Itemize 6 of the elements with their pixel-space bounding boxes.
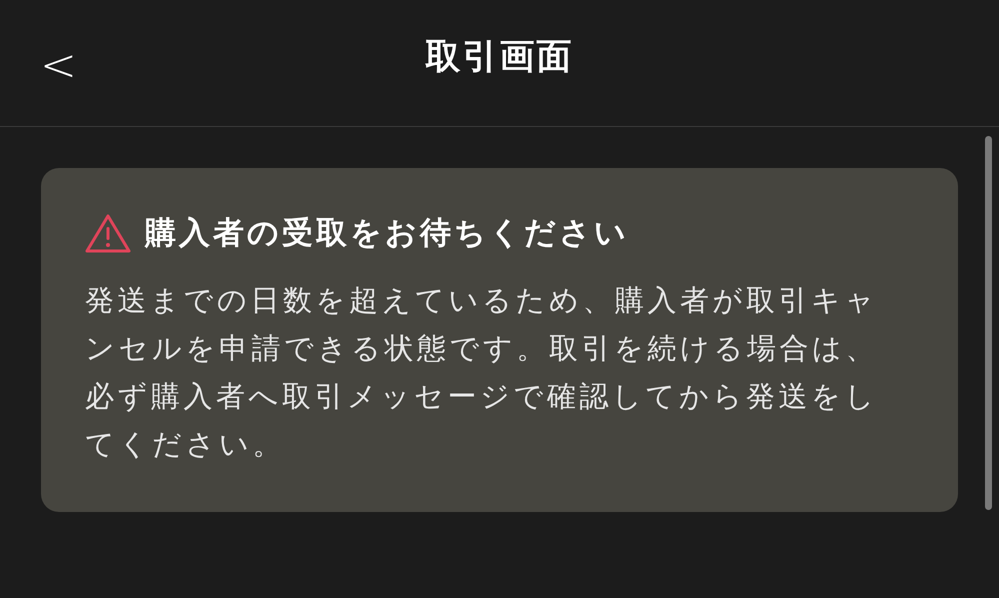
notice-text: 発送までの日数を超えているため、購入者が取引キャンセルを申請できる状態です。取引を続ける場合は、必ず購入者へ取引メッセージで確認してから発送をしてください。 (85, 282, 879, 463)
back-button[interactable]: < (30, 36, 87, 95)
notice-title: 購入者の受取をお待ちください (145, 214, 629, 253)
warning-icon (85, 213, 131, 253)
scrollbar[interactable] (985, 136, 992, 510)
screen-title: 取引画面 (426, 36, 574, 78)
